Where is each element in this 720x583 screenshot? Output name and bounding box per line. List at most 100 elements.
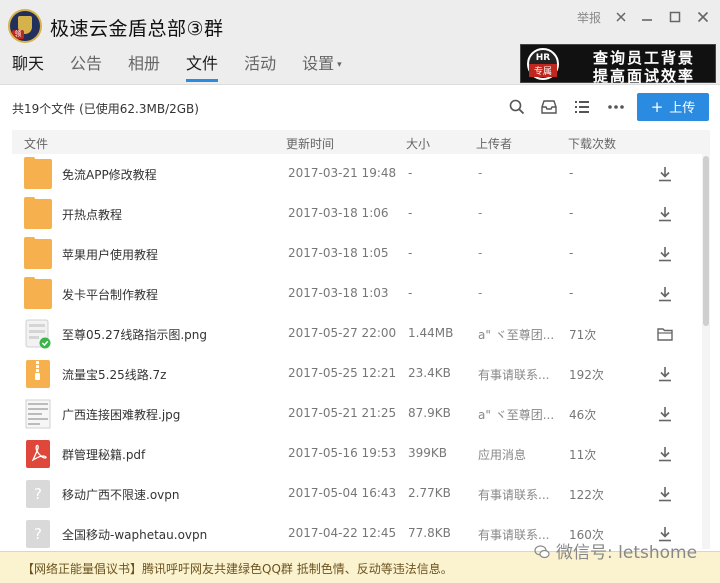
file-name: 广西连接困难教程.jpg [62, 408, 181, 422]
file-name: 免流APP修改教程 [62, 168, 157, 182]
download-icon[interactable] [656, 205, 674, 223]
file-name: 移动广西不限速.ovpn [62, 488, 180, 502]
download-icon[interactable] [656, 165, 674, 183]
file-uploader: - [478, 246, 483, 260]
file-downloads: 122次 [569, 488, 604, 502]
storage-summary: 共19个文件 (已使用62.3MB/2GB) [12, 102, 199, 116]
file-downloads: - [569, 166, 574, 180]
group-title: 极速云金盾总部③群 [50, 18, 224, 40]
download-icon[interactable] [656, 365, 674, 383]
tab-settings[interactable]: 设置 ▾ [302, 52, 342, 82]
file-row[interactable]: 发卡平台制作教程 2017-03-18 1:03 - - - [12, 274, 702, 314]
tab-album[interactable]: 相册 [128, 52, 160, 82]
file-row[interactable]: 流量宝5.25线路.7z 2017-05-25 12:21 23.4KB 有事请… [12, 354, 702, 394]
more-icon[interactable] [607, 98, 625, 116]
tab-activity[interactable]: 活动 [244, 52, 276, 82]
close-icon[interactable] [696, 9, 710, 23]
file-downloads: 192次 [569, 368, 604, 382]
file-toolbar: 共19个文件 (已使用62.3MB/2GB) + 上传 [0, 86, 720, 128]
search-icon[interactable] [508, 98, 526, 116]
file-size: 23.4KB [408, 366, 451, 380]
file-downloads: - [569, 206, 574, 220]
file-list-scrollbar[interactable] [702, 154, 710, 549]
file-time: 2017-05-16 19:53 [288, 446, 397, 460]
folder-icon [24, 197, 52, 229]
file-size: 1.44MB [408, 326, 454, 340]
download-icon[interactable] [656, 405, 674, 423]
file-downloads: - [569, 246, 574, 260]
file-time: 2017-05-25 12:21 [288, 366, 397, 380]
file-downloads: 11次 [569, 448, 597, 462]
file-size: - [408, 286, 413, 300]
ad-line-2: 提高面试效率 [593, 67, 696, 85]
file-name: 开热点教程 [62, 208, 123, 222]
col-header-uploader[interactable]: 上传者 [476, 135, 512, 152]
plus-icon: + [650, 98, 664, 116]
file-uploader: 应用消息 [478, 448, 527, 462]
file-row[interactable]: ? 移动广西不限速.ovpn 2017-05-04 16:43 2.77KB 有… [12, 474, 702, 514]
image-file-icon [25, 399, 51, 429]
hr-logo: HR 专属 [527, 48, 559, 80]
file-row[interactable]: 苹果用户使用教程 2017-03-18 1:05 - - - [12, 234, 702, 274]
file-time: 2017-04-22 12:45 [288, 526, 397, 540]
tab-files[interactable]: 文件 [186, 52, 219, 82]
archive-file-icon [26, 360, 50, 388]
skin-icon[interactable] [614, 9, 628, 23]
caret-down-icon: ▾ [337, 59, 342, 70]
watermark-text: 微信号: letshome [556, 543, 698, 563]
file-uploader: a" ヾ至尊团... [478, 408, 555, 422]
file-uploader: a" ヾ至尊团... [478, 328, 555, 342]
download-icon[interactable] [656, 245, 674, 263]
tab-announcement[interactable]: 公告 [70, 52, 102, 82]
file-uploader: 有事请联系... [478, 368, 550, 382]
file-size: 77.8KB [408, 526, 451, 540]
file-row[interactable]: 免流APP修改教程 2017-03-21 19:48 - - - [12, 154, 702, 194]
file-name: 全国移动-waphetau.ovpn [62, 528, 208, 542]
download-icon[interactable] [656, 445, 674, 463]
download-icon[interactable] [656, 285, 674, 303]
open-folder-icon[interactable] [656, 325, 674, 343]
unknown-file-icon: ? [26, 480, 50, 508]
file-row[interactable]: 群管理秘籍.pdf 2017-05-16 19:53 399KB 应用消息 11… [12, 434, 702, 474]
file-time: 2017-03-18 1:06 [288, 206, 389, 220]
file-downloads: 46次 [569, 408, 597, 422]
tab-chat[interactable]: 聊天 [12, 52, 44, 82]
file-time: 2017-05-21 21:25 [288, 406, 397, 420]
col-header-downloads[interactable]: 下载次数 [568, 135, 616, 152]
notice-text[interactable]: 【网络正能量倡议书】腾讯呼吁网友共建绿色QQ群 抵制色情、反动等违法信息。 [22, 560, 453, 577]
folder-icon [24, 157, 52, 189]
file-uploader: - [478, 286, 483, 300]
maximize-icon[interactable] [668, 9, 682, 23]
upload-button[interactable]: + 上传 [637, 93, 709, 121]
file-size: - [408, 166, 413, 180]
file-row[interactable]: 广西连接困难教程.jpg 2017-05-21 21:25 87.9KB a" … [12, 394, 702, 434]
col-header-size[interactable]: 大小 [406, 135, 430, 152]
download-icon[interactable] [656, 485, 674, 503]
report-link[interactable]: 举报 [577, 9, 601, 26]
list-view-icon[interactable] [573, 98, 591, 116]
inbox-icon[interactable] [540, 98, 558, 116]
file-time: 2017-03-18 1:05 [288, 246, 389, 260]
file-size: 399KB [408, 446, 448, 460]
group-tabs: 聊天 公告 相册 文件 活动 设置 ▾ [12, 52, 368, 82]
wechat-icon [534, 545, 550, 559]
file-time: 2017-05-04 16:43 [288, 486, 397, 500]
file-name: 至尊05.27线路指示图.png [62, 328, 208, 342]
window-header: 领 极速云金盾总部③群 举报 聊天 公告 相册 文件 活动 设置 ▾ HR 专属 … [0, 0, 720, 85]
col-header-time[interactable]: 更新时间 [286, 135, 334, 152]
file-downloads: - [569, 286, 574, 300]
file-row[interactable]: 至尊05.27线路指示图.png 2017-05-27 22:00 1.44MB… [12, 314, 702, 354]
upload-label: 上传 [669, 101, 696, 116]
file-uploader: - [478, 206, 483, 220]
col-header-name[interactable]: 文件 [24, 135, 48, 152]
file-time: 2017-05-27 22:00 [288, 326, 397, 340]
hr-logo-top: HR [535, 53, 551, 63]
scrollbar-thumb[interactable] [703, 156, 709, 326]
file-size: 87.9KB [408, 406, 451, 420]
file-size: - [408, 206, 413, 220]
group-avatar[interactable]: 领 [8, 9, 42, 43]
minimize-icon[interactable] [640, 9, 654, 23]
file-row[interactable]: 开热点教程 2017-03-18 1:06 - - - [12, 194, 702, 234]
ad-banner[interactable]: HR 专属 查询员工背景 提高面试效率 [520, 44, 716, 85]
folder-icon [24, 277, 52, 309]
